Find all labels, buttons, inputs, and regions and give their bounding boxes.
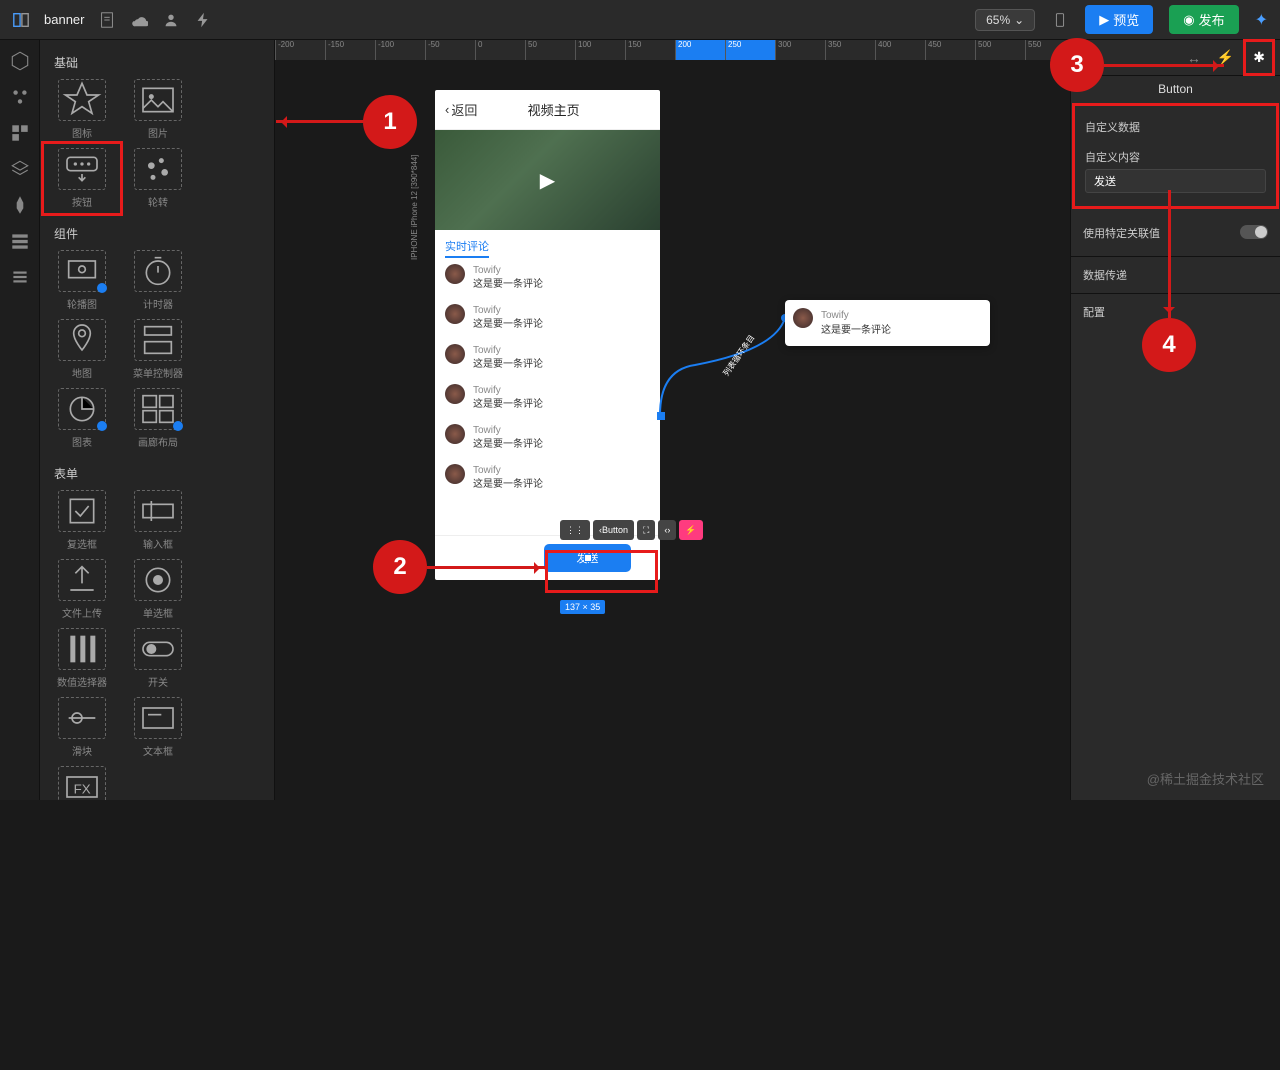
comment-item: Towify这是要一条评论 — [445, 458, 650, 498]
avatar — [445, 424, 465, 444]
zoom-selector[interactable]: 65% ⌄ — [975, 9, 1035, 31]
connector-popup: Towify 这是要一条评论 — [785, 300, 990, 346]
comment-item: Towify这是要一条评论 — [445, 418, 650, 458]
avatar — [445, 264, 465, 284]
rail-list-icon[interactable] — [9, 266, 31, 288]
avatar — [445, 344, 465, 364]
doc-icon[interactable] — [98, 11, 116, 29]
floating-toolbar: ⋮⋮ ‹ Button ⛶ ‹› ⚡ — [560, 520, 703, 540]
rail-tree-icon[interactable] — [9, 86, 31, 108]
annotation-arrow-1 — [276, 120, 364, 123]
component-画廊布局[interactable]: 画廊布局 — [124, 388, 192, 449]
phone-preview: ‹ 返回 视频主页 实时评论 Towify这是要一条评论Towify这是要一条评… — [435, 90, 660, 580]
custom-content-input[interactable] — [1085, 169, 1266, 193]
phone-header: ‹ 返回 视频主页 — [435, 90, 660, 130]
toggle-specific[interactable] — [1240, 225, 1268, 239]
ruler-horizontal: -200-150-100-500501001502002503003504004… — [275, 40, 1068, 60]
ftb-breadcrumb[interactable]: ‹ Button — [593, 520, 634, 540]
popup-text: 这是要一条评论 — [821, 323, 891, 338]
rail-grid-icon[interactable] — [9, 122, 31, 144]
chevron-down-icon: ⌄ — [1014, 13, 1024, 27]
comment-item: Towify这是要一条评论 — [445, 298, 650, 338]
cloud-icon[interactable] — [130, 11, 148, 29]
avatar — [793, 308, 813, 328]
rail-data-icon[interactable] — [9, 230, 31, 252]
rail-cube-icon[interactable] — [9, 50, 31, 72]
prop-use-specific[interactable]: 使用特定关联值 — [1083, 218, 1268, 248]
avatar — [445, 304, 465, 324]
component-panel: 基础 图标图片按钮轮转 组件 轮播图计时器地图菜单控制器图表画廊布局 表单 复选… — [40, 40, 275, 800]
ftb-drag-icon[interactable]: ⋮⋮ — [560, 520, 590, 540]
component-滑块[interactable]: 滑块 — [48, 697, 116, 758]
comment-item: Towify这是要一条评论 — [445, 338, 650, 378]
component-按钮[interactable]: 按钮 — [48, 148, 116, 209]
connector-label: 列表循环条目 — [721, 333, 758, 379]
canvas[interactable]: -200-150-100-500501001502002503003504004… — [275, 40, 1068, 800]
comment-item: Towify这是要一条评论 — [445, 258, 650, 298]
rail-layers-icon[interactable] — [9, 158, 31, 180]
component-图片[interactable]: 图片 — [124, 79, 192, 140]
video-thumbnail[interactable] — [435, 130, 660, 230]
svg-text:FX: FX — [74, 782, 91, 797]
app-logo-icon[interactable] — [12, 11, 30, 29]
comment-list: Towify这是要一条评论Towify这是要一条评论Towify这是要一条评论T… — [435, 258, 660, 498]
section-components: 组件 — [48, 219, 266, 250]
device-icon[interactable] — [1051, 11, 1069, 29]
component-计时器[interactable]: 计时器 — [124, 250, 192, 311]
component-文件上传[interactable]: 文件上传 — [48, 559, 116, 620]
device-label: IPHONE iPhone 12 [390*844] — [410, 155, 419, 260]
left-rail — [0, 40, 40, 800]
popup-name: Towify — [821, 308, 891, 323]
phone-footer: 发送 — [435, 535, 660, 580]
comment-item: Towify这是要一条评论 — [445, 378, 650, 418]
annotation-arrow-2 — [427, 566, 545, 569]
element-name: Button — [1071, 76, 1280, 102]
ftb-expand-icon[interactable]: ⛶ — [637, 520, 655, 540]
rail-pin-icon[interactable] — [9, 194, 31, 216]
component-轮转[interactable]: 轮转 — [124, 148, 192, 209]
component-菜单控制器[interactable]: 菜单控制器 — [124, 319, 192, 380]
component-地图[interactable]: 地图 — [48, 319, 116, 380]
user-icon[interactable] — [162, 11, 180, 29]
prop-custom-content-label: 自定义内容 — [1085, 149, 1266, 165]
component-复选框[interactable]: 复选框 — [48, 490, 116, 551]
avatar — [445, 384, 465, 404]
ftb-code-icon[interactable]: ‹› — [658, 520, 676, 540]
component-单选框[interactable]: 单选框 — [124, 559, 192, 620]
watermark: @稀土掘金技术社区 — [1147, 769, 1264, 788]
annotation-3: 3 — [1050, 38, 1104, 92]
component-图表[interactable]: 图表 — [48, 388, 116, 449]
section-basic: 基础 — [48, 48, 266, 79]
ftb-bolt-icon[interactable]: ⚡ — [679, 520, 702, 540]
tabs: 实时评论 — [435, 230, 660, 258]
annotation-arrow-3 — [1104, 64, 1224, 67]
group-data-pass[interactable]: 数据传递 — [1071, 256, 1280, 293]
page-title: 视频主页 — [457, 100, 650, 119]
annotation-2: 2 — [373, 540, 427, 594]
prop-custom-data[interactable]: 自定义数据 — [1085, 112, 1266, 142]
component-数值选择器[interactable]: 数值选择器 — [48, 628, 116, 689]
component-输入框[interactable]: 输入框 — [124, 490, 192, 551]
section-forms: 表单 — [48, 459, 266, 490]
annotation-arrow-4 — [1168, 190, 1171, 318]
rtab-bug-icon[interactable]: ✱ — [1250, 46, 1268, 69]
avatar — [445, 464, 465, 484]
component-图标[interactable]: 图标 — [48, 79, 116, 140]
topbar: banner 65% ⌄ ▶ 预览 ◉ 发布 ✦ — [0, 0, 1280, 40]
component-开关[interactable]: 开关 — [124, 628, 192, 689]
size-indicator: 137 × 35 — [560, 600, 605, 614]
tab-realtime[interactable]: 实时评论 — [445, 241, 489, 258]
annotation-4: 4 — [1142, 318, 1196, 372]
send-button[interactable]: 发送 — [545, 545, 630, 571]
more-icon[interactable]: ✦ — [1255, 10, 1268, 30]
component-文本框[interactable]: 文本框 — [124, 697, 192, 758]
annotation-1: 1 — [363, 95, 417, 149]
bolt-icon[interactable] — [194, 11, 212, 29]
preview-button[interactable]: ▶ 预览 — [1085, 5, 1153, 34]
component-公式输入框[interactable]: FX公式输入框 — [48, 766, 116, 800]
publish-button[interactable]: ◉ 发布 — [1169, 5, 1238, 34]
properties-panel: ↔ ⚡ ✱ Button 自定义数据 自定义内容 使用特定关联值 数据传递 配置 — [1070, 40, 1280, 800]
component-轮播图[interactable]: 轮播图 — [48, 250, 116, 311]
project-title: banner — [44, 12, 84, 27]
